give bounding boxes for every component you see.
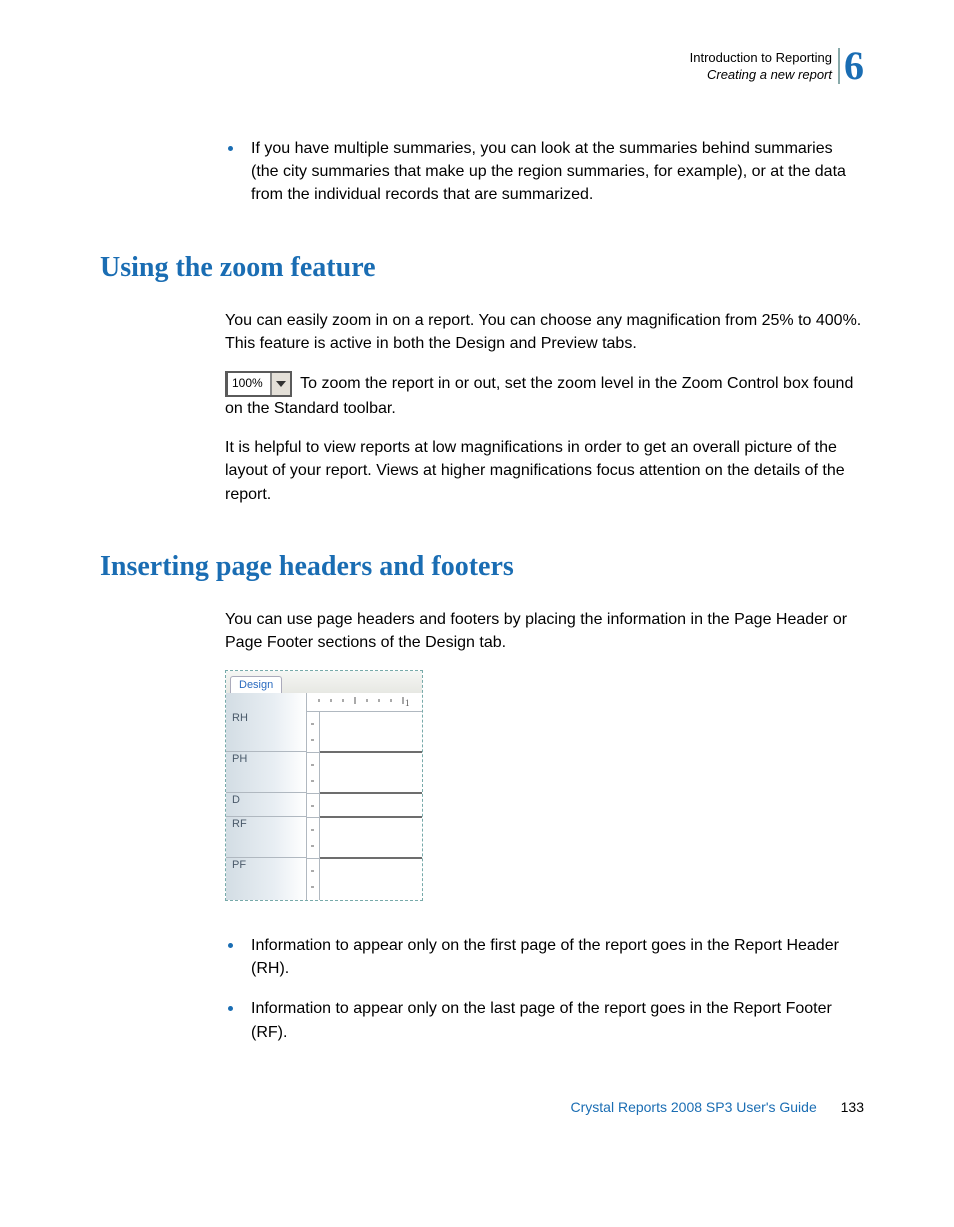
list-item: Information to appear only on the first …: [245, 931, 864, 980]
design-tab[interactable]: Design: [230, 676, 282, 693]
section-labels-column: RH PH D RF PF: [226, 693, 307, 900]
horizontal-ruler: 1: [307, 693, 422, 712]
design-canvas-rf[interactable]: [320, 818, 422, 859]
header-subtitle: Creating a new report: [690, 67, 832, 84]
section-d[interactable]: D: [226, 793, 306, 817]
header-title: Introduction to Reporting: [690, 50, 832, 67]
section-ph[interactable]: PH: [226, 752, 306, 793]
chevron-down-icon: [276, 381, 286, 387]
design-canvas-ph[interactable]: [320, 753, 422, 794]
paragraph: 100% To zoom the report in or out, set t…: [225, 371, 864, 420]
section-heading-zoom: Using the zoom feature: [100, 252, 864, 284]
footer-guide-name: Crystal Reports 2008 SP3 User's Guide: [571, 1099, 817, 1115]
running-header: Introduction to Reporting Creating a new…: [100, 50, 864, 84]
vertical-ruler: [307, 712, 320, 753]
zoom-value[interactable]: 100%: [228, 373, 271, 395]
paragraph: It is helpful to view reports at low mag…: [225, 436, 864, 506]
list-item: If you have multiple summaries, you can …: [245, 134, 864, 207]
svg-text:1: 1: [405, 698, 410, 708]
section-rh[interactable]: RH: [226, 711, 306, 752]
paragraph: You can easily zoom in on a report. You …: [225, 309, 864, 355]
design-canvas-pf[interactable]: [320, 859, 422, 900]
list-item: Information to appear only on the last p…: [245, 994, 864, 1043]
info-bullet-list: Information to appear only on the first …: [225, 931, 864, 1044]
zoom-control[interactable]: 100%: [225, 371, 292, 397]
section-rf[interactable]: RF: [226, 817, 306, 858]
page-footer: Crystal Reports 2008 SP3 User's Guide 13…: [100, 1099, 864, 1115]
design-canvas-rh[interactable]: [320, 712, 422, 753]
chapter-number: 6: [838, 48, 864, 84]
design-tab-figure: Design RH PH D RF PF: [225, 670, 423, 901]
footer-page-number: 133: [841, 1099, 864, 1115]
paragraph: You can use page headers and footers by …: [225, 608, 864, 654]
design-canvas-d[interactable]: [320, 794, 422, 818]
intro-bullet-list: If you have multiple summaries, you can …: [225, 134, 864, 207]
section-pf[interactable]: PF: [226, 858, 306, 899]
section-heading-headers-footers: Inserting page headers and footers: [100, 551, 864, 583]
paragraph-text: To zoom the report in or out, set the zo…: [225, 375, 853, 417]
dropdown-button[interactable]: [271, 373, 290, 395]
